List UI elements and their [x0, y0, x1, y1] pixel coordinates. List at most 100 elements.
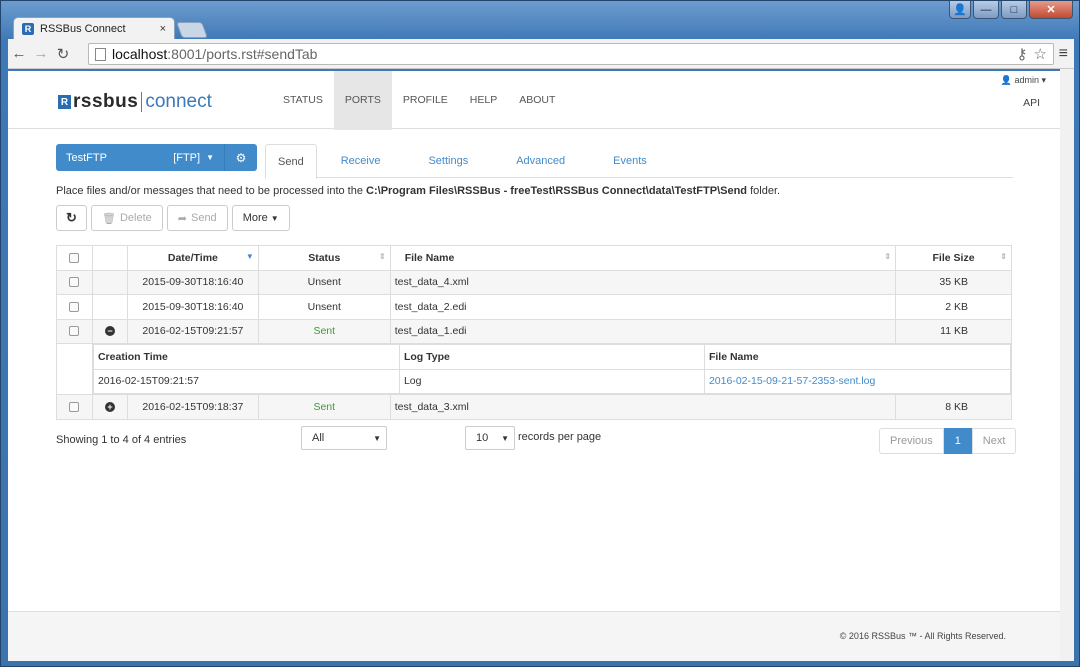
window-controls: 👤 — □ ✕	[949, 1, 1073, 19]
back-icon[interactable]: ←	[8, 45, 30, 62]
pagination: Previous 1 Next	[879, 428, 1017, 454]
caret-down-icon: ▼	[270, 213, 279, 223]
row-filesize: 35 KB	[895, 269, 1012, 295]
minimize-button[interactable]: —	[973, 1, 999, 19]
select-all-header[interactable]	[56, 245, 93, 271]
port-subtabs: Send Receive Settings Advanced Events	[265, 144, 1013, 179]
page-scrollbar[interactable]	[1060, 69, 1074, 661]
tab-events[interactable]: Events	[589, 144, 671, 177]
sort-icon: ⇕	[378, 252, 386, 261]
row-filename: test_data_2.edi	[389, 294, 897, 320]
row-checkbox[interactable]	[69, 326, 80, 337]
send-folder-info: Place files and/or messages that need to…	[56, 185, 780, 197]
bookmark-star-icon[interactable]: ☆	[1034, 45, 1047, 63]
row-status: Unsent	[257, 294, 391, 320]
rpp-value: 10	[476, 432, 489, 444]
table-row[interactable]: 2015-09-30T18:16:40 Unsent test_data_4.x…	[56, 269, 1012, 295]
expand-cell	[91, 269, 128, 295]
collapse-minus-icon[interactable]: −	[104, 326, 115, 337]
records-per-page-select[interactable]: 10 ▼	[465, 426, 515, 450]
row-checkbox[interactable]	[69, 401, 80, 412]
browser-tab[interactable]: R RSSBus Connect ×	[13, 17, 175, 39]
detail-type: Log	[398, 368, 705, 394]
table-row[interactable]: + 2016-02-15T09:18:37 Sent test_data_3.x…	[56, 394, 1012, 420]
action-toolbar: ↻ 🗑 Delete ➦ Send More ▼	[56, 205, 290, 231]
next-page-button[interactable]: Next	[971, 428, 1017, 454]
filesize-header[interactable]: File Size ⇕	[895, 245, 1012, 271]
row-filename: test_data_4.xml	[389, 269, 897, 295]
caret-down-icon: ▼	[206, 153, 214, 162]
row-filesize: 8 KB	[895, 394, 1012, 420]
admin-menu[interactable]: 👤 admin ▾	[1001, 75, 1046, 86]
port-name: TestFTP	[66, 151, 107, 164]
browser-menu-icon[interactable]: ≡	[1059, 45, 1068, 63]
tab-settings[interactable]: Settings	[404, 144, 492, 177]
key-icon[interactable]: ⚷	[1017, 45, 1028, 63]
status-header[interactable]: Status ⇕	[257, 245, 391, 271]
table-header-row: Date/Time ▼ Status ⇕ File Name ⇕ File Size ⇕	[56, 245, 1012, 271]
reload-icon[interactable]: ↻	[52, 45, 74, 63]
close-window-button[interactable]: ✕	[1029, 1, 1073, 19]
table-row[interactable]: − 2016-02-15T09:21:57 Sent test_data_1.e…	[56, 318, 1012, 344]
status-filter-select[interactable]: All ▼	[301, 426, 387, 450]
logo-rssbus-text: rssbus	[73, 91, 139, 112]
tab-close-icon[interactable]: ×	[160, 23, 166, 35]
tab-receive[interactable]: Receive	[317, 144, 405, 177]
delete-button[interactable]: 🗑 Delete	[91, 205, 163, 231]
user-icon: 👤	[1000, 75, 1012, 85]
detail-type-header: Log Type	[398, 344, 705, 370]
nav-about[interactable]: ABOUT	[508, 71, 566, 130]
logo-divider	[141, 92, 143, 112]
page-footer: © 2016 RSSBus ™ - All Rights Reserved.	[8, 611, 1060, 661]
tab-advanced[interactable]: Advanced	[492, 144, 589, 177]
forward-icon[interactable]: →	[30, 45, 52, 62]
row-datetime: 2016-02-15T09:18:37	[126, 394, 259, 420]
nav-status[interactable]: STATUS	[272, 71, 334, 130]
delete-label: Delete	[119, 212, 152, 224]
expand-plus-icon[interactable]: +	[104, 401, 115, 412]
send-label: Send	[190, 212, 217, 224]
page-icon	[95, 47, 106, 61]
detail-spacer	[56, 343, 93, 395]
nav-help[interactable]: HELP	[459, 71, 508, 130]
previous-page-button[interactable]: Previous	[879, 428, 944, 454]
page-1-button[interactable]: 1	[943, 428, 972, 454]
port-settings-gear-icon[interactable]: ⚙	[224, 144, 257, 171]
row-filename: test_data_1.edi	[389, 318, 897, 344]
api-link[interactable]: API	[1023, 97, 1040, 109]
tab-send[interactable]: Send	[265, 144, 317, 179]
table-row[interactable]: 2015-09-30T18:16:40 Unsent test_data_2.e…	[56, 294, 1012, 320]
trash-icon: 🗑	[102, 212, 116, 225]
rssbus-logo[interactable]: R rssbus connect	[58, 91, 212, 113]
nav-ports[interactable]: PORTS	[333, 71, 392, 130]
datetime-header[interactable]: Date/Time ▼	[126, 245, 259, 271]
entries-info: Showing 1 to 4 of 4 entries	[56, 434, 187, 446]
detail-table: Creation Time Log Type File Name 2016-02…	[92, 344, 1012, 394]
url-host: localhost	[112, 46, 168, 62]
select-all-checkbox[interactable]	[69, 252, 80, 263]
nav-profile[interactable]: PROFILE	[392, 71, 459, 130]
send-button[interactable]: ➦ Send	[166, 205, 228, 231]
user-icon[interactable]: 👤	[949, 1, 971, 19]
detail-header-row: Creation Time Log Type File Name	[92, 344, 1012, 370]
records-per-page-label: records per page	[518, 431, 602, 443]
port-selector[interactable]: TestFTP [FTP] ▼	[56, 144, 224, 171]
new-tab-button[interactable]	[176, 22, 208, 38]
browser-window: 👤 — □ ✕ R RSSBus Connect × ← → ↻ localho…	[0, 0, 1080, 667]
row-checkbox[interactable]	[69, 277, 80, 288]
row-checkbox[interactable]	[69, 301, 80, 312]
url-path: :8001/ports.rst#sendTab	[167, 46, 318, 62]
address-bar[interactable]: localhost:8001/ports.rst#sendTab ⚷ ☆	[88, 43, 1054, 65]
row-status: Sent	[257, 318, 391, 344]
caret-down-icon: ▾	[1041, 75, 1046, 85]
refresh-button[interactable]: ↻	[56, 205, 87, 231]
more-button[interactable]: More ▼	[231, 205, 290, 231]
logo-mark-icon: R	[58, 95, 71, 109]
filename-header[interactable]: File Name ⇕	[389, 245, 897, 271]
detail-log-link[interactable]: 2016-02-15-09-21-57-2353-sent.log	[703, 368, 1012, 394]
port-type: [FTP]	[173, 151, 201, 164]
row-filename: test_data_3.xml	[389, 394, 897, 420]
maximize-button[interactable]: □	[1001, 1, 1027, 19]
sort-desc-icon: ▼	[245, 252, 254, 261]
sort-icon: ⇕	[884, 252, 892, 261]
